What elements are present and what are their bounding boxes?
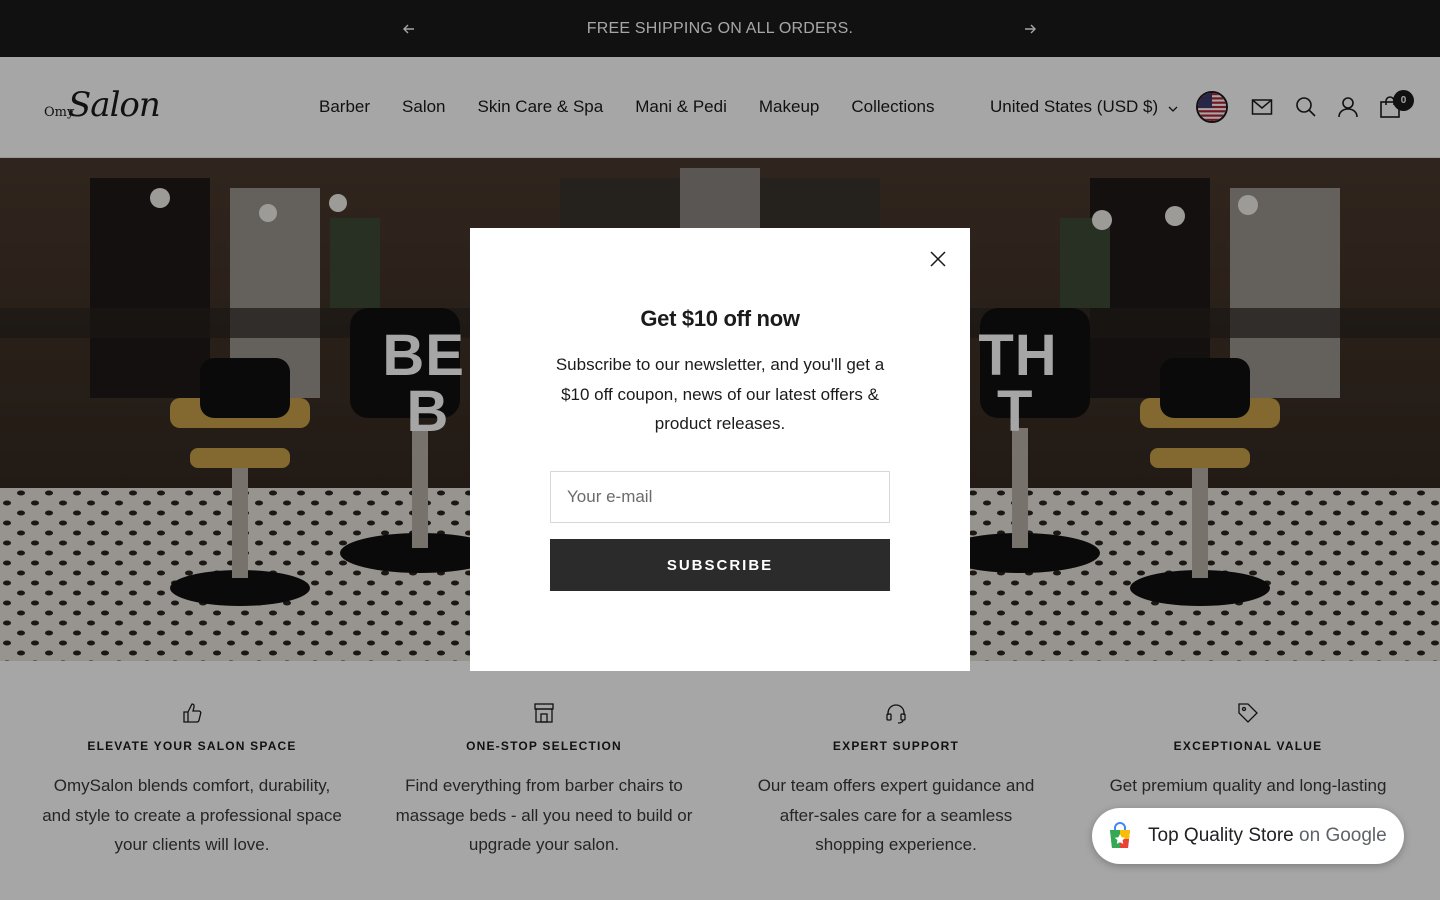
google-shopping-icon	[1104, 820, 1136, 852]
badge-label: Top Quality Store	[1148, 825, 1294, 846]
google-store-badge[interactable]: Top Quality Store on Google	[1092, 808, 1404, 864]
subscribe-button[interactable]: SUBSCRIBE	[550, 539, 890, 591]
newsletter-modal: Get $10 off now Subscribe to our newslet…	[470, 228, 970, 671]
badge-text: Top Quality Store on Google	[1148, 825, 1387, 847]
email-field[interactable]	[550, 471, 890, 523]
modal-description: Subscribe to our newsletter, and you'll …	[555, 355, 885, 433]
badge-suffix: on Google	[1299, 825, 1387, 846]
modal-title: Get $10 off now	[640, 306, 800, 331]
close-icon[interactable]	[928, 249, 948, 269]
